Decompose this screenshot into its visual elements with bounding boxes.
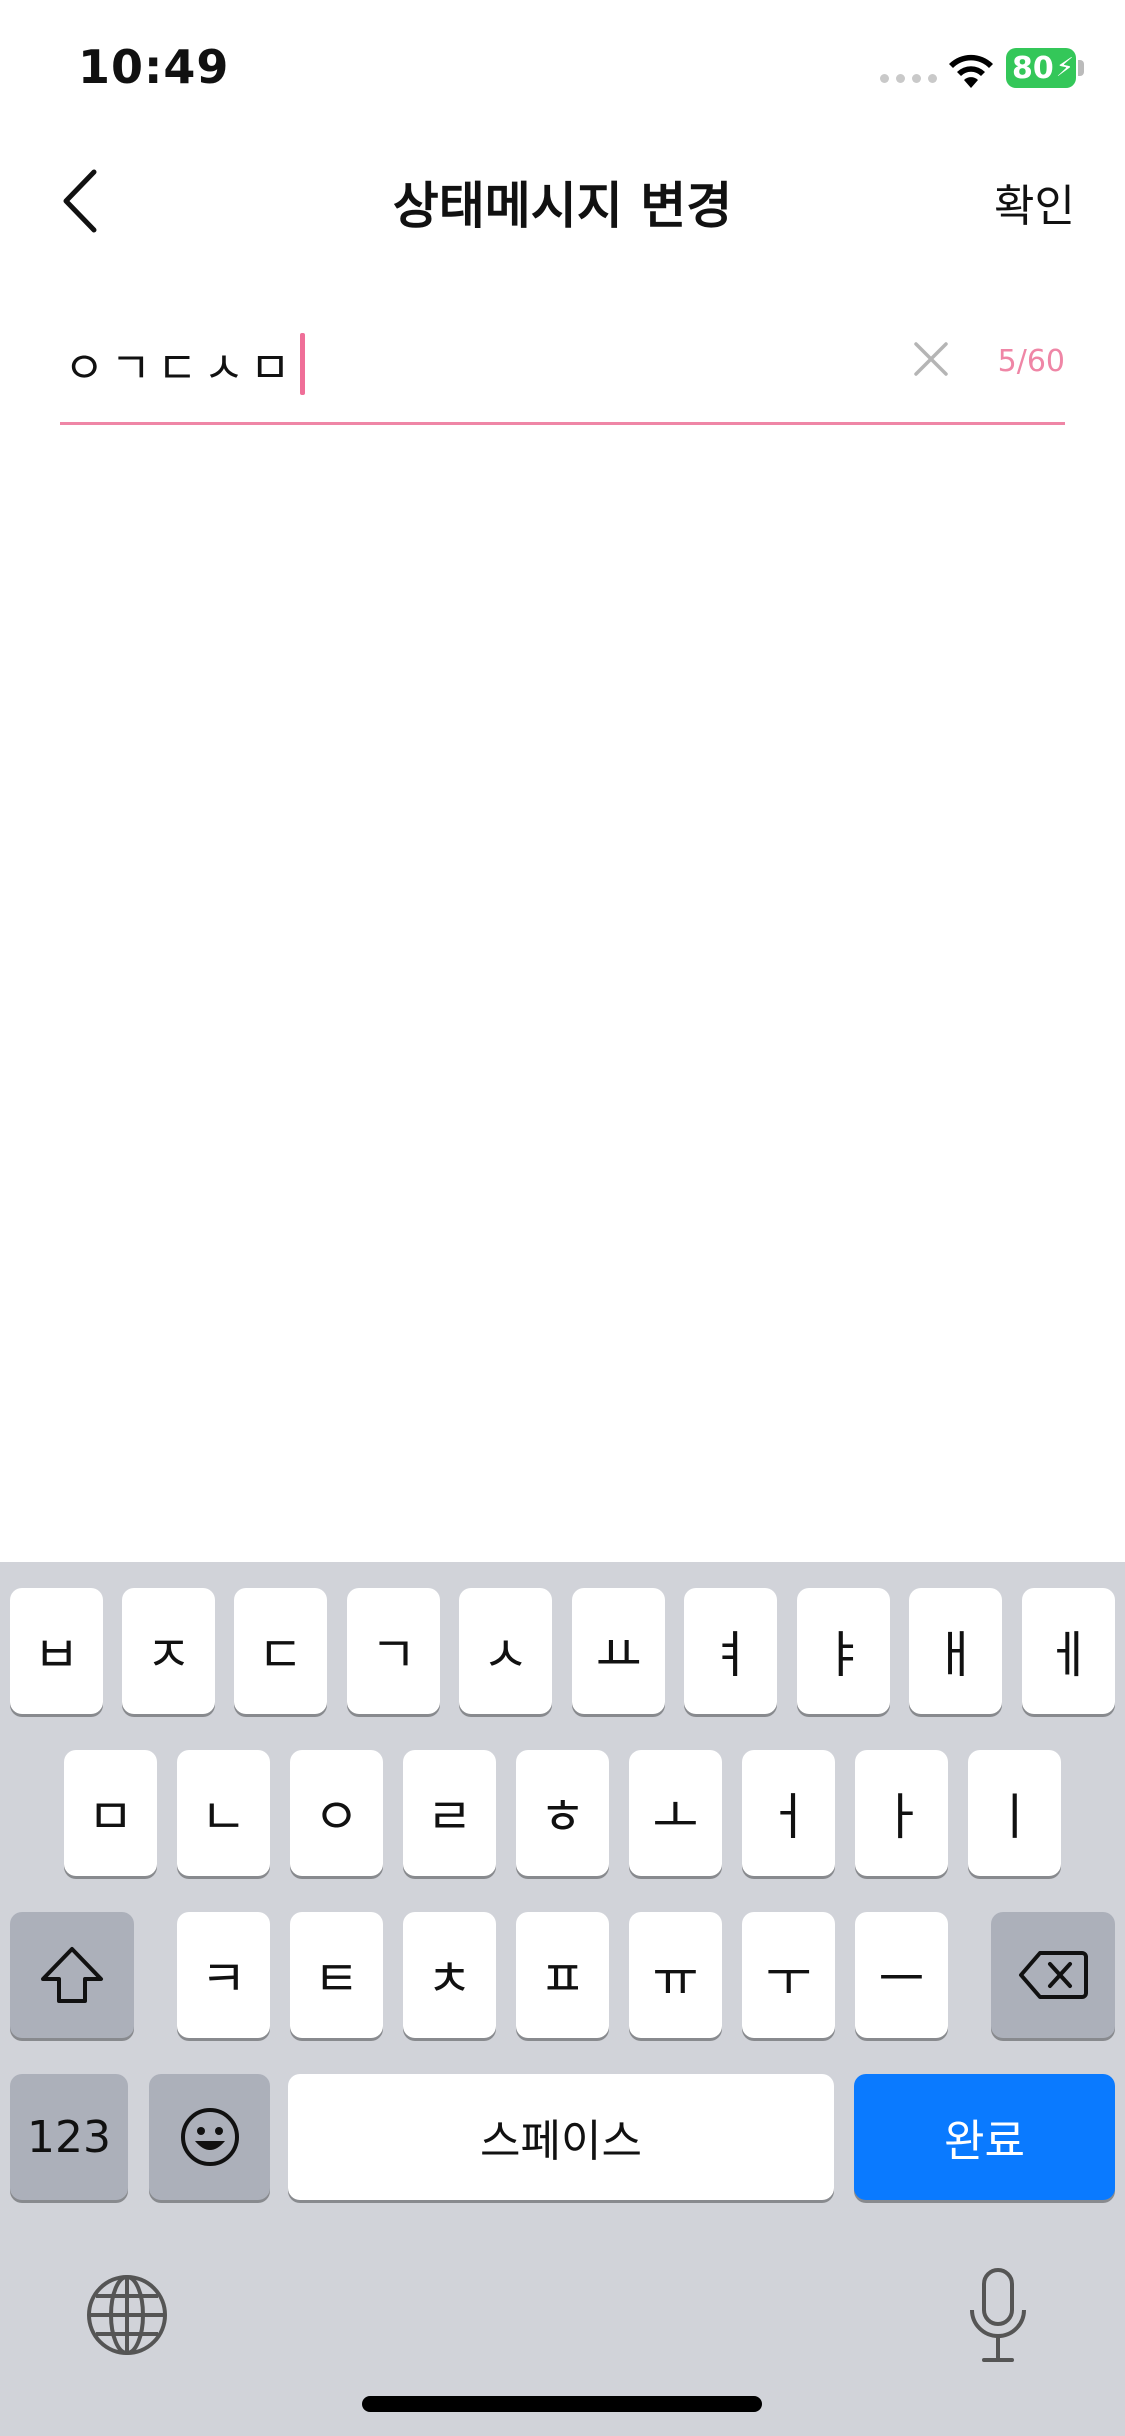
status-bar: 10:49 80 ⚡ <box>0 0 1125 140</box>
keyboard-row-2: ㅁ ㄴ ㅇ ㄹ ㅎ ㅗ ㅓ ㅏ ㅣ <box>0 1750 1125 1876</box>
key[interactable]: ㅠ <box>629 1912 722 2038</box>
emoji-key[interactable] <box>149 2074 270 2200</box>
key[interactable]: ㅎ <box>516 1750 609 1876</box>
key[interactable]: ㅐ <box>909 1588 1002 1714</box>
key[interactable]: ㅛ <box>572 1588 665 1714</box>
shift-key[interactable] <box>10 1912 134 2038</box>
emoji-icon <box>180 2108 239 2166</box>
key[interactable]: ㅑ <box>797 1588 890 1714</box>
key[interactable]: ㅓ <box>742 1750 835 1876</box>
key[interactable]: ㅜ <box>742 1912 835 2038</box>
done-key-label: 완료 <box>944 2116 1025 2167</box>
status-message-field[interactable]: ㅇㄱㄷㅅㅁ 5/60 <box>60 310 1065 425</box>
key[interactable]: ㅅ <box>459 1588 552 1714</box>
delete-key[interactable] <box>991 1912 1115 2038</box>
globe-icon[interactable] <box>84 2272 170 2358</box>
backspace-icon <box>1019 1951 1088 1999</box>
key[interactable]: ㄹ <box>403 1750 496 1876</box>
keyboard-row-3: ㅋ ㅌ ㅊ ㅍ ㅠ ㅜ ㅡ <box>0 1912 1125 2038</box>
key[interactable]: ㅗ <box>629 1750 722 1876</box>
numbers-key-label: 123 <box>27 2111 111 2163</box>
battery-icon: 80 ⚡ <box>1006 48 1076 88</box>
keyboard-row-1: ㅂ ㅈ ㄷ ㄱ ㅅ ㅛ ㅕ ㅑ ㅐ ㅔ <box>0 1588 1125 1714</box>
key[interactable]: ㄴ <box>177 1750 270 1876</box>
character-counter: 5/60 <box>997 344 1065 379</box>
microphone-icon[interactable] <box>966 2266 1030 2366</box>
space-key-label: 스페이스 <box>480 2116 642 2167</box>
battery-tip <box>1078 60 1084 76</box>
key[interactable]: ㅣ <box>968 1750 1061 1876</box>
key[interactable]: ㅂ <box>10 1588 103 1714</box>
key[interactable]: ㅋ <box>177 1912 270 2038</box>
key[interactable]: ㅁ <box>64 1750 157 1876</box>
nav-bar: 상태메시지 변경 확인 <box>0 140 1125 260</box>
key[interactable]: ㅇ <box>290 1750 383 1876</box>
text-caret <box>300 333 306 395</box>
home-indicator <box>362 2396 762 2412</box>
key[interactable]: ㅡ <box>855 1912 948 2038</box>
key[interactable]: ㅊ <box>403 1912 496 2038</box>
numbers-key[interactable]: 123 <box>10 2074 128 2200</box>
status-message-input[interactable]: ㅇㄱㄷㅅㅁ <box>64 332 306 396</box>
key[interactable]: ㅕ <box>684 1588 777 1714</box>
shift-arrow-icon <box>41 1947 103 2003</box>
key[interactable]: ㅈ <box>122 1588 215 1714</box>
key[interactable]: ㄱ <box>347 1588 440 1714</box>
key[interactable]: ㅔ <box>1022 1588 1115 1714</box>
key[interactable]: ㅏ <box>855 1750 948 1876</box>
key[interactable]: ㅍ <box>516 1912 609 2038</box>
wifi-icon <box>949 54 993 88</box>
confirm-button[interactable]: 확인 <box>994 170 1075 234</box>
battery-level: 80 <box>1012 50 1054 86</box>
input-value: ㅇㄱㄷㅅㅁ <box>64 343 297 394</box>
keyboard-row-4: 123 스페이스 완료 <box>0 2074 1125 2200</box>
key[interactable]: ㄷ <box>234 1588 327 1714</box>
status-time: 10:49 <box>78 40 230 94</box>
done-key[interactable]: 완료 <box>854 2074 1115 2200</box>
space-key[interactable]: 스페이스 <box>288 2074 834 2200</box>
key[interactable]: ㅌ <box>290 1912 383 2038</box>
page-title: 상태메시지 변경 <box>392 177 733 235</box>
clear-icon[interactable] <box>910 338 952 380</box>
cellular-signal-icon <box>880 74 937 83</box>
